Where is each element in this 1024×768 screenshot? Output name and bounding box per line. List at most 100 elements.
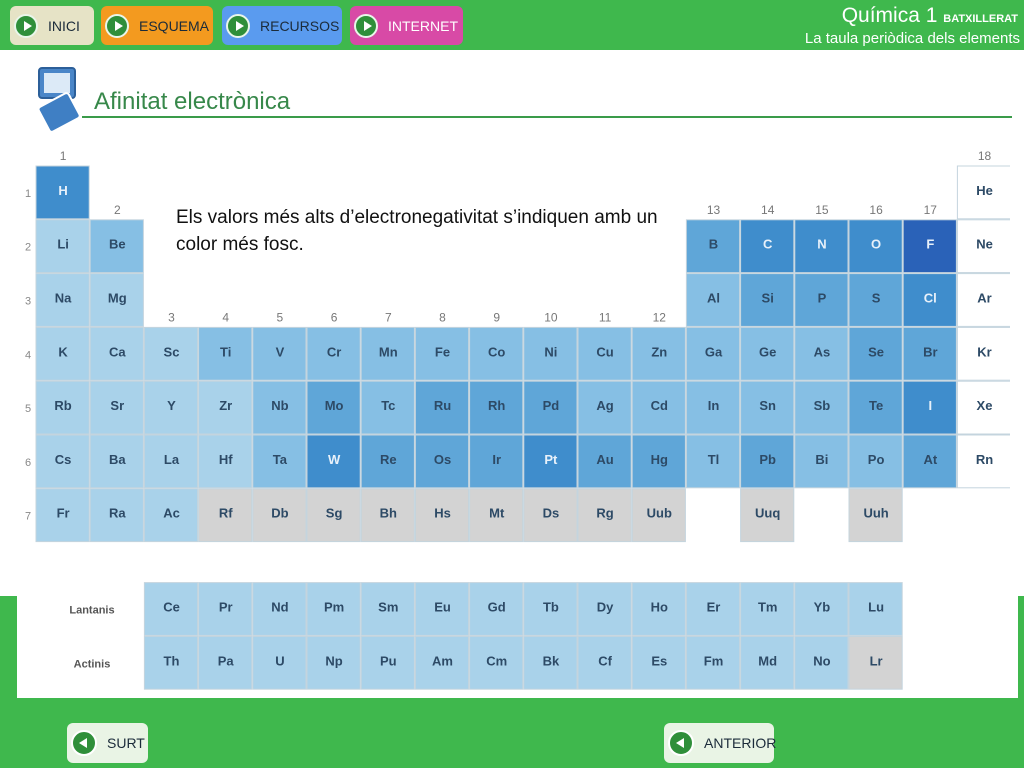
element-symbol: Na bbox=[55, 291, 72, 306]
group-label: 7 bbox=[385, 310, 392, 324]
lanthanide-symbol: Ho bbox=[651, 600, 668, 615]
element-symbol: La bbox=[164, 452, 180, 467]
element-symbol: Ra bbox=[109, 506, 126, 521]
recursos-button[interactable]: RECURSOS bbox=[222, 6, 342, 45]
lanthanide-symbol: Tm bbox=[758, 600, 778, 615]
lanthanide-symbol: Tb bbox=[543, 600, 559, 615]
group-label: 4 bbox=[222, 310, 229, 324]
element-symbol: Uub bbox=[647, 506, 672, 521]
lanthanide-symbol: Eu bbox=[434, 600, 451, 615]
element-symbol: Be bbox=[109, 237, 126, 252]
element-symbol: Ru bbox=[434, 398, 451, 413]
element-symbol: In bbox=[708, 398, 720, 413]
element-symbol: Uuh bbox=[863, 506, 888, 521]
element-symbol: Rh bbox=[488, 398, 505, 413]
surt-button[interactable]: SURT bbox=[67, 723, 148, 763]
top-bar: INICI ESQUEMA RECURSOS INTERNET Química … bbox=[0, 0, 1024, 50]
app-subtitle: La taula periòdica dels elements bbox=[804, 30, 1020, 47]
element-symbol: Ni bbox=[544, 344, 557, 359]
element-symbol: Tc bbox=[381, 398, 395, 413]
group-label: 8 bbox=[439, 310, 446, 324]
group-label: 14 bbox=[761, 203, 775, 217]
group-label: 17 bbox=[924, 203, 938, 217]
element-symbol: At bbox=[923, 452, 937, 467]
element-symbol: Ar bbox=[977, 291, 991, 306]
element-symbol: Ca bbox=[109, 344, 126, 359]
lanthanide-symbol: Lu bbox=[868, 600, 884, 615]
esquema-button[interactable]: ESQUEMA bbox=[101, 6, 213, 45]
element-symbol: Sn bbox=[759, 398, 776, 413]
element-symbol: Re bbox=[380, 452, 397, 467]
element-symbol: Rn bbox=[976, 452, 993, 467]
section-title: Afinitat electrònica bbox=[94, 88, 291, 115]
internet-button[interactable]: INTERNET bbox=[350, 6, 463, 45]
actinide-symbol: Es bbox=[651, 653, 667, 668]
group-label: 16 bbox=[869, 203, 883, 217]
element-symbol: Al bbox=[707, 291, 720, 306]
element-symbol: Mn bbox=[379, 344, 398, 359]
element-symbol: Te bbox=[869, 398, 883, 413]
actinide-symbol: Cm bbox=[486, 653, 507, 668]
element-symbol: Cu bbox=[596, 344, 613, 359]
period-label: 7 bbox=[25, 511, 31, 523]
group-label: 5 bbox=[277, 310, 284, 324]
element-symbol: Ir bbox=[492, 452, 501, 467]
element-symbol: N bbox=[817, 237, 826, 252]
group-label: 10 bbox=[544, 310, 558, 324]
element-symbol: Mg bbox=[108, 291, 127, 306]
lanthanide-symbol: Yb bbox=[814, 600, 831, 615]
actinide-symbol: Md bbox=[758, 653, 777, 668]
series-label: Lantanis bbox=[69, 605, 114, 617]
app-title: Química 1 BATXILLERAT bbox=[842, 4, 1018, 28]
anterior-button[interactable]: ANTERIOR bbox=[664, 723, 777, 763]
actinide-symbol: Pa bbox=[218, 653, 235, 668]
element-symbol: Hs bbox=[434, 506, 451, 521]
element-symbol: Sg bbox=[326, 506, 343, 521]
element-symbol: Tl bbox=[708, 452, 720, 467]
element-symbol: P bbox=[818, 291, 827, 306]
element-symbol: Bh bbox=[380, 506, 397, 521]
element-symbol: Zn bbox=[651, 344, 667, 359]
element-symbol: As bbox=[814, 344, 831, 359]
element-symbol: Ag bbox=[596, 398, 613, 413]
element-symbol: Rf bbox=[219, 506, 233, 521]
element-symbol: Po bbox=[868, 452, 885, 467]
actinide-symbol: Np bbox=[325, 653, 342, 668]
info-note: Els valors més alts d’electronegativitat… bbox=[170, 200, 680, 262]
element-symbol: Rb bbox=[54, 398, 71, 413]
back-icon bbox=[668, 730, 694, 756]
element-symbol: He bbox=[976, 183, 993, 198]
element-symbol: I bbox=[928, 398, 932, 413]
group-label: 11 bbox=[599, 310, 612, 324]
anterior-label: ANTERIOR bbox=[704, 735, 777, 751]
element-symbol: Se bbox=[868, 344, 884, 359]
element-symbol: Fr bbox=[57, 506, 70, 521]
element-symbol: F bbox=[926, 237, 934, 252]
lanthanide-symbol: Gd bbox=[488, 600, 506, 615]
element-symbol: Ta bbox=[273, 452, 288, 467]
element-symbol: V bbox=[276, 344, 285, 359]
element-symbol: Sc bbox=[164, 344, 180, 359]
element-symbol: Pd bbox=[543, 398, 560, 413]
esquema-label: ESQUEMA bbox=[139, 17, 210, 34]
element-symbol: Xe bbox=[977, 398, 993, 413]
lanthanide-symbol: Dy bbox=[597, 600, 614, 615]
group-label: 18 bbox=[978, 149, 992, 163]
play-icon bbox=[14, 13, 38, 38]
group-label: 6 bbox=[331, 310, 338, 324]
element-symbol: Y bbox=[167, 398, 176, 413]
group-label: 15 bbox=[815, 203, 829, 217]
actinide-symbol: Th bbox=[164, 653, 180, 668]
element-symbol: Pb bbox=[759, 452, 776, 467]
inici-button[interactable]: INICI bbox=[10, 6, 94, 45]
play-icon bbox=[226, 13, 250, 38]
element-symbol: Mo bbox=[325, 398, 344, 413]
actinide-symbol: Bk bbox=[543, 653, 560, 668]
element-symbol: Nb bbox=[271, 398, 288, 413]
element-symbol: H bbox=[58, 183, 67, 198]
element-symbol: Ga bbox=[705, 344, 723, 359]
element-symbol: Hf bbox=[219, 452, 233, 467]
element-symbol: Zr bbox=[219, 398, 232, 413]
app-title-suffix: BATXILLERAT bbox=[943, 13, 1018, 25]
element-symbol: Br bbox=[923, 344, 937, 359]
